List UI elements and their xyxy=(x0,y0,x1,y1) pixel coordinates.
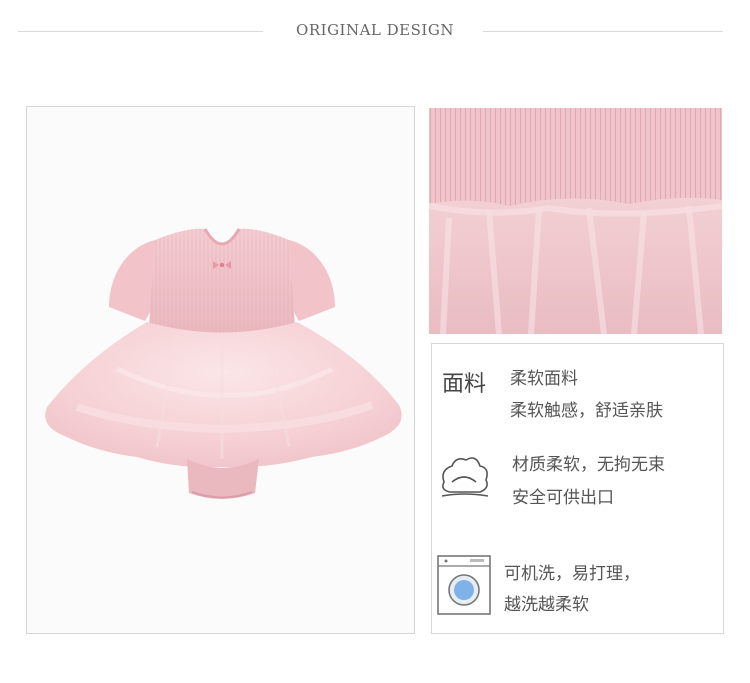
fabric-line-2: 柔软触感，舒适亲肤 xyxy=(510,401,663,421)
washable-line-2: 越洗越柔软 xyxy=(504,595,589,615)
feature-info-panel: 面料 柔软面料 柔软触感，舒适亲肤 材质柔软，无拘无束 安全可供出口 可机洗，易… xyxy=(431,343,724,634)
header-divider-left xyxy=(18,31,263,32)
soft-line-1: 材质柔软，无拘无束 xyxy=(512,455,665,475)
fabric-line-1: 柔软面料 xyxy=(510,369,578,389)
section-title: ORIGINAL DESIGN xyxy=(296,21,454,39)
soft-line-2: 安全可供出口 xyxy=(512,488,614,508)
fabric-heading: 面料 xyxy=(442,372,487,397)
washable-line-1: 可机洗，易打理， xyxy=(504,564,640,584)
header-divider-right xyxy=(483,31,723,32)
soft-fabric-icon xyxy=(436,452,492,502)
fabric-detail-photo xyxy=(429,108,722,334)
fabric-detail-image xyxy=(429,108,722,334)
product-photo-frame xyxy=(26,106,415,634)
pink-tutu-romper-image xyxy=(45,228,402,499)
washing-machine-icon xyxy=(436,554,492,616)
